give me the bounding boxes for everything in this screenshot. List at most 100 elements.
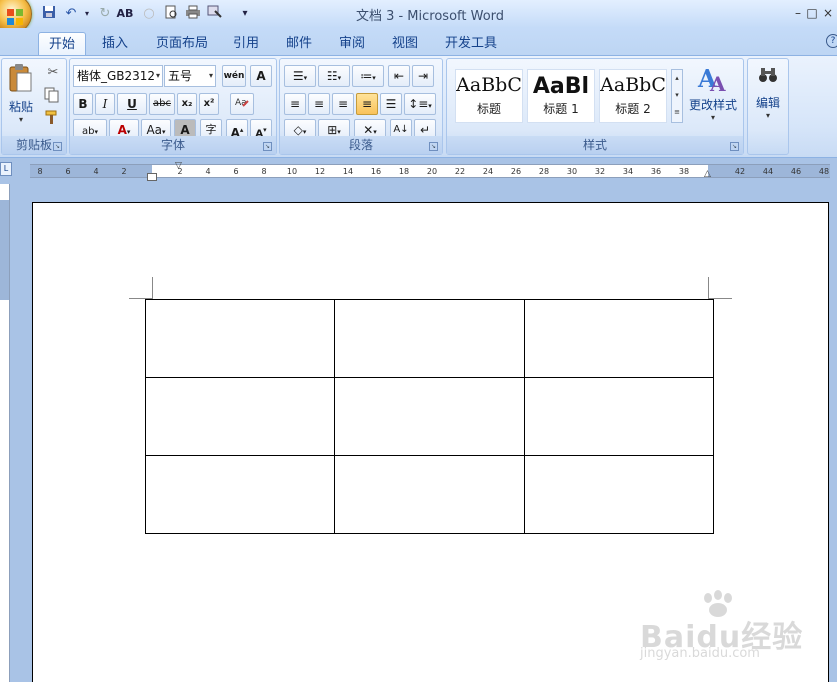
clear-formatting-icon[interactable]: Aa bbox=[230, 93, 254, 115]
left-indent-marker[interactable] bbox=[147, 173, 157, 181]
copy-icon[interactable] bbox=[44, 87, 62, 105]
line-spacing-button[interactable]: ↕≡▾ bbox=[404, 93, 436, 115]
italic-button[interactable]: I bbox=[95, 93, 115, 115]
tab-view[interactable]: 视图 bbox=[382, 32, 428, 56]
styles-scroll[interactable]: ▴ ▾ ≡ bbox=[671, 69, 683, 123]
blank-icon[interactable]: ○ bbox=[140, 5, 158, 23]
tab-selector-icon[interactable]: L bbox=[0, 162, 12, 176]
subscript-button[interactable]: x₂ bbox=[177, 93, 197, 115]
table-cell[interactable] bbox=[524, 455, 714, 534]
table-row bbox=[145, 299, 714, 378]
style-sample: AaBbC bbox=[456, 74, 522, 96]
crop-mark bbox=[708, 277, 709, 299]
style-card-title[interactable]: AaBbC 标题 bbox=[455, 69, 523, 123]
decrease-indent-icon[interactable]: ⇤ bbox=[388, 65, 410, 87]
align-right-icon[interactable]: ≡ bbox=[332, 93, 354, 115]
font-name-dropdown-icon: ▾ bbox=[155, 71, 160, 80]
vertical-ruler[interactable] bbox=[0, 184, 10, 682]
vruler-top-margin bbox=[0, 200, 9, 300]
tab-insert[interactable]: 插入 bbox=[92, 32, 138, 56]
draw-icon[interactable] bbox=[206, 5, 224, 23]
office-logo-icon bbox=[7, 9, 23, 25]
style-name: 标题 1 bbox=[543, 102, 579, 116]
distributed-icon[interactable]: ☰ bbox=[380, 93, 402, 115]
redo-icon[interactable]: ↻ bbox=[96, 5, 114, 23]
undo-dropdown-icon[interactable]: ▾ bbox=[78, 5, 96, 23]
table-cell[interactable] bbox=[145, 455, 335, 534]
strikethrough-button[interactable]: abc bbox=[149, 93, 175, 115]
paste-button[interactable]: 粘贴 ▾ bbox=[6, 63, 36, 127]
align-center-icon[interactable]: ≡ bbox=[308, 93, 330, 115]
table-cell[interactable] bbox=[334, 455, 525, 534]
change-case-label: Aa bbox=[146, 123, 163, 137]
tab-home[interactable]: 开始 bbox=[38, 32, 87, 56]
phonetic-guide-button[interactable]: wén bbox=[222, 65, 246, 87]
ruler-tick-label: 34 bbox=[622, 167, 634, 176]
first-line-indent-marker[interactable]: ▽ bbox=[175, 161, 182, 171]
watermark-url: jingyan.baidu.com bbox=[640, 646, 760, 661]
save-icon[interactable] bbox=[40, 5, 58, 23]
horizontal-ruler[interactable]: 8 6 4 2 2 4 6 8 10 12 14 16 18 20 22 24 26 28 30 32 34 36 38 42… bbox=[30, 161, 830, 181]
increase-indent-icon[interactable]: ⇥ bbox=[412, 65, 434, 87]
bold-button[interactable]: B bbox=[73, 93, 93, 115]
ruler-tick-label: 48 bbox=[818, 167, 830, 176]
clipboard-launcher-icon[interactable]: ↘ bbox=[53, 142, 62, 151]
style-card-heading2[interactable]: AaBbC 标题 2 bbox=[599, 69, 667, 123]
font-launcher-icon[interactable]: ↘ bbox=[263, 142, 272, 151]
print-preview-icon[interactable] bbox=[162, 5, 180, 23]
char-border-button[interactable]: A bbox=[250, 65, 272, 87]
multilevel-list-button[interactable]: ≔▾ bbox=[352, 65, 384, 87]
help-icon[interactable]: ? bbox=[826, 34, 837, 48]
format-painter-icon[interactable] bbox=[44, 109, 62, 127]
align-left-icon[interactable]: ≡ bbox=[284, 93, 306, 115]
change-styles-icon: AA bbox=[697, 64, 726, 96]
svg-text:A: A bbox=[709, 72, 726, 93]
table-cell[interactable] bbox=[524, 299, 714, 378]
ruler-tick-label: 28 bbox=[538, 167, 550, 176]
paragraph-launcher-icon[interactable]: ↘ bbox=[429, 142, 438, 151]
customize-qat-icon[interactable]: ▾ bbox=[236, 5, 254, 23]
table-row bbox=[145, 377, 714, 456]
style-card-heading1[interactable]: AaBl 标题 1 bbox=[527, 69, 595, 123]
title-bar: ↶ ▾ ↻ AB ○ ▾ 文档 3 - Microsoft Word – □ × bbox=[0, 0, 837, 34]
borders-icon: ⊞ bbox=[327, 123, 338, 137]
tab-mailings[interactable]: 邮件 bbox=[276, 32, 322, 56]
font-size-value: 五号 bbox=[168, 69, 193, 83]
justify-icon[interactable]: ≡ bbox=[356, 93, 378, 115]
numbering-button[interactable]: ☷▾ bbox=[318, 65, 350, 87]
font-size-combo[interactable]: 五号 ▾ bbox=[164, 65, 216, 87]
font-name-combo[interactable]: 楷体_GB2312 ▾ bbox=[73, 65, 163, 87]
ruler-tick-label: 44 bbox=[762, 167, 774, 176]
style-sample: AaBbC bbox=[600, 74, 666, 96]
document-table[interactable] bbox=[145, 299, 714, 534]
bullets-button[interactable]: ☰▾ bbox=[284, 65, 316, 87]
right-indent-marker[interactable]: △ bbox=[704, 169, 711, 179]
tab-developer[interactable]: 开发工具 bbox=[435, 32, 507, 56]
styles-group: AaBbC 标题 AaBl 标题 1 AaBbC 标题 2 ▴ ▾ ≡ AA 更改样… bbox=[446, 58, 744, 155]
editing-label: 编辑 bbox=[755, 96, 780, 110]
ruler-tick-label: 36 bbox=[650, 167, 662, 176]
spelling-icon[interactable]: AB bbox=[116, 5, 134, 23]
ruler-tick-label: 10 bbox=[286, 167, 298, 176]
tab-page-layout[interactable]: 页面布局 bbox=[146, 32, 218, 56]
tab-references[interactable]: 引用 bbox=[223, 32, 269, 56]
table-cell[interactable] bbox=[145, 299, 335, 378]
editing-button[interactable]: 编辑 ▾ bbox=[750, 65, 786, 135]
table-cell[interactable] bbox=[145, 377, 335, 456]
underline-button[interactable]: U bbox=[117, 93, 147, 115]
table-cell[interactable] bbox=[334, 299, 525, 378]
ruler-tick-label: 46 bbox=[790, 167, 802, 176]
styles-launcher-icon[interactable]: ↘ bbox=[730, 142, 739, 151]
table-cell[interactable] bbox=[524, 377, 714, 456]
ribbon-tabs: 开始 插入 页面布局 引用 邮件 审阅 视图 开发工具 ? bbox=[0, 28, 837, 56]
tab-review[interactable]: 审阅 bbox=[329, 32, 375, 56]
close-button[interactable]: × bbox=[816, 3, 837, 23]
ruler-tick-label: 8 bbox=[37, 167, 43, 176]
table-row bbox=[145, 455, 714, 534]
cut-icon[interactable]: ✂ bbox=[44, 65, 62, 83]
table-cell[interactable] bbox=[334, 377, 525, 456]
change-styles-button[interactable]: AA 更改样式 ▾ bbox=[685, 63, 741, 133]
style-name: 标题 2 bbox=[615, 102, 651, 116]
superscript-button[interactable]: x² bbox=[199, 93, 219, 115]
print-icon[interactable] bbox=[184, 5, 202, 23]
